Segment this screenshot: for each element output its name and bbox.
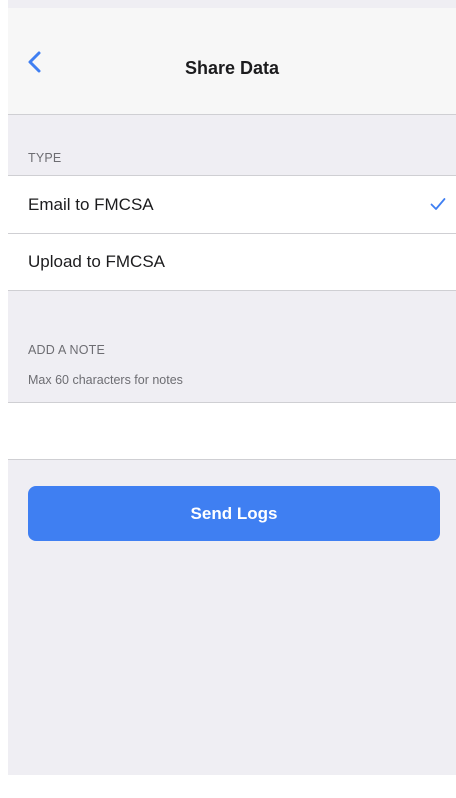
option-upload-to-fmcsa[interactable]: Upload to FMCSA: [8, 233, 456, 290]
option-label: Upload to FMCSA: [28, 252, 165, 271]
note-section-header: ADD A NOTE: [28, 343, 106, 357]
page-title: Share Data: [184, 58, 280, 78]
note-field-container: [8, 402, 456, 460]
share-data-screen: Share Data TYPE Email to FMCSA Upload to…: [8, 0, 456, 775]
type-section-header: TYPE: [28, 151, 62, 165]
option-label: Email to FMCSA: [28, 195, 154, 214]
send-logs-button[interactable]: Send Logs: [28, 486, 440, 541]
option-email-to-fmcsa[interactable]: Email to FMCSA: [8, 176, 456, 233]
navigation-bar: Share Data: [8, 8, 456, 115]
type-options-list: Email to FMCSA Upload to FMCSA: [8, 175, 456, 291]
note-input[interactable]: [8, 403, 456, 459]
note-section-subtitle: Max 60 characters for notes: [28, 373, 183, 387]
checkmark-icon: [430, 198, 446, 210]
